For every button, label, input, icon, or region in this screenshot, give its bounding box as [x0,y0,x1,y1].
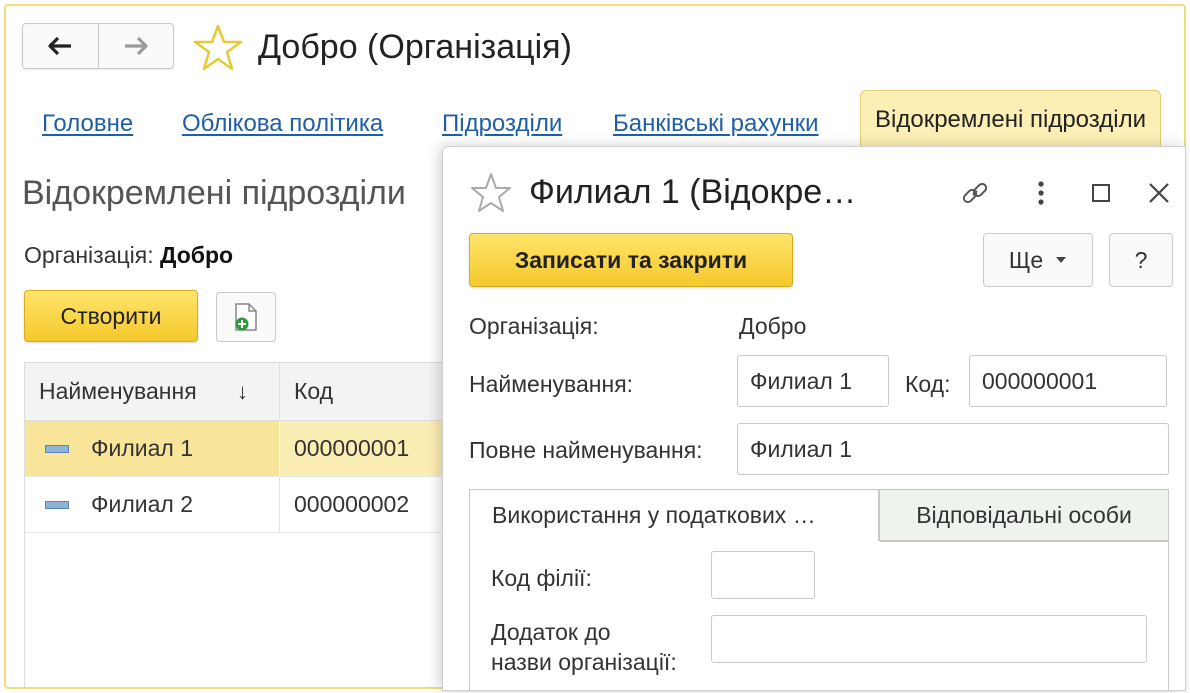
tab-accounting-policy[interactable]: Облікова політика [182,110,383,138]
forward-button[interactable] [97,24,174,68]
page-title: Відокремлені підрозділи [22,174,406,212]
more-button[interactable]: Ще [983,233,1093,287]
maximize-icon [1092,184,1110,202]
column-header-code[interactable]: Код [279,363,454,420]
arrow-left-icon [48,36,72,56]
branch-code-input[interactable] [711,551,815,599]
code-label: Код: [905,371,951,397]
row-code: 000000002 [279,477,454,532]
star-icon[interactable] [192,22,244,74]
link-icon [962,182,988,204]
maximize-button[interactable] [1083,175,1119,211]
table-row[interactable]: Филиал 1 000000001 [25,421,454,477]
section-tabs: Головне Облікова політика Підрозділи Бан… [6,90,1184,152]
column-header-name-label: Найменування [39,378,197,404]
more-button-label: Ще [1008,246,1044,273]
close-icon [1149,183,1169,203]
organization-label: Організація: [469,313,599,339]
addition-label-line1: Додаток до [491,619,611,645]
column-header-name[interactable]: Найменування ↓ [25,363,279,420]
link-button[interactable] [957,175,993,211]
row-code: 000000001 [279,421,454,476]
addition-input[interactable] [711,615,1147,663]
name-input[interactable]: Филиал 1 [737,355,889,407]
back-button[interactable] [23,24,98,68]
table-row[interactable]: Филиал 2 000000002 [25,477,454,533]
arrow-right-icon [124,36,148,56]
organization-line: Організація: Добро [24,242,233,269]
close-button[interactable] [1141,175,1177,211]
row-name: Филиал 1 [91,435,193,461]
star-icon[interactable] [469,171,513,215]
full-name-input[interactable]: Филиал 1 [737,423,1169,475]
document-add-icon [235,303,257,331]
branch-code-label: Код філії: [491,565,592,591]
tab-tax-usage[interactable]: Використання у податкових … [469,489,879,541]
row-name: Филиал 2 [91,491,193,517]
item-dialog: Филиал 1 (Відокре… Записати та закрити Щ… [442,146,1186,691]
more-actions-button[interactable] [1023,175,1059,211]
tab-main[interactable]: Головне [42,110,133,138]
dialog-title: Филиал 1 (Відокре… [529,173,857,211]
row-name-cell: Филиал 1 [25,421,279,476]
row-name-cell: Филиал 2 [25,477,279,532]
row-item-icon [45,444,69,453]
save-and-close-button[interactable]: Записати та закрити [469,233,793,287]
help-button[interactable]: ? [1109,233,1173,287]
dialog-subtabs: Використання у податкових … Відповідальн… [469,489,1169,541]
organization-value: Добро [160,242,234,268]
divisions-table: Найменування ↓ Код Филиал 1 000000001 Фи… [24,362,454,687]
create-by-copy-button[interactable] [216,292,276,342]
chevron-down-icon [1056,257,1067,263]
create-button[interactable]: Створити [24,290,198,342]
organization-label: Організація: [24,242,154,268]
table-header: Найменування ↓ Код [25,363,454,421]
tab-departments[interactable]: Підрозділи [442,110,562,138]
addition-label-line2: назви організації: [491,649,677,675]
tab-responsible-persons[interactable]: Відповідальні особи [879,489,1169,541]
sort-arrow-icon: ↓ [237,378,248,404]
row-item-icon [45,500,69,509]
name-label: Найменування: [469,371,634,397]
navigation-buttons [22,23,174,69]
organization-value: Добро [739,313,807,339]
code-input[interactable]: 000000001 [969,355,1167,407]
tab-separate-divisions[interactable]: Відокремлені підрозділи [860,90,1161,150]
kebab-menu-icon [1038,181,1044,205]
window-title: Добро (Організація) [258,28,572,66]
tab-bank-accounts[interactable]: Банківські рахунки [613,110,819,138]
full-name-label: Повне найменування: [469,437,703,463]
